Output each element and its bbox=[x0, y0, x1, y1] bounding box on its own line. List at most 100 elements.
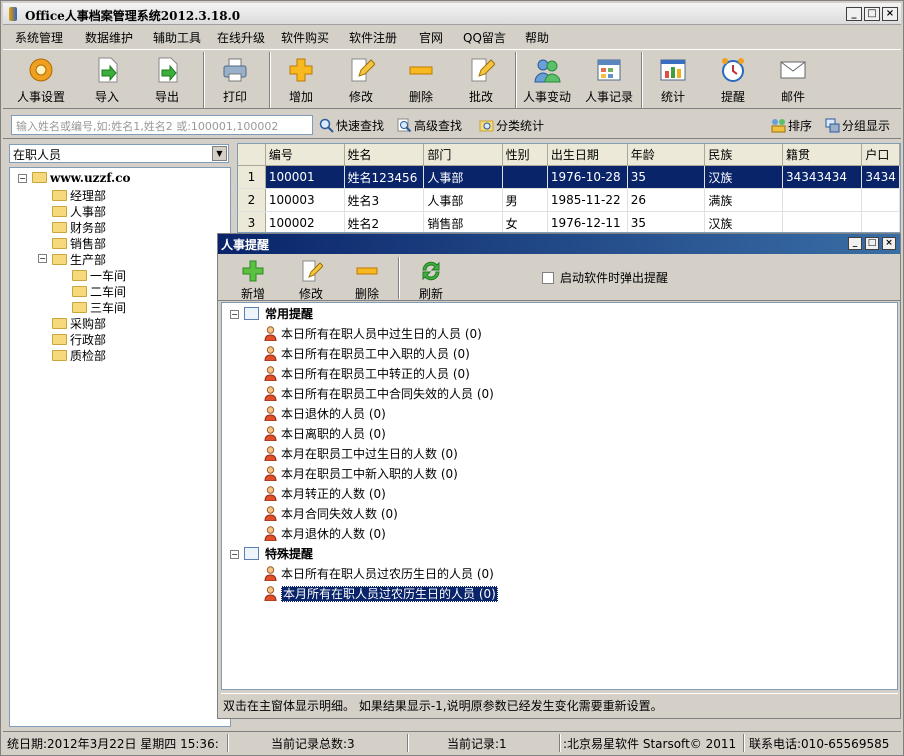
reminder-button[interactable]: 提醒 bbox=[703, 54, 763, 106]
hr-record-button[interactable]: 人事记录 bbox=[579, 54, 639, 106]
column-header[interactable]: 姓名 bbox=[344, 144, 425, 166]
table-row[interactable]: 2 100003 姓名3 人事部 男 1985-11-22 26 满族 bbox=[238, 188, 900, 212]
reminder-add-label: 新增 bbox=[240, 287, 265, 301]
export-button[interactable]: 导出 bbox=[137, 54, 197, 106]
dialog-minimize-button[interactable]: _ bbox=[848, 237, 862, 250]
menu-tools[interactable]: 辅助工具 bbox=[153, 29, 201, 46]
search-input[interactable]: 输入姓名或编号,如:姓名1,姓名2 或:100001,100002 bbox=[11, 115, 313, 135]
reminder-item-label: 本日退休的人员 (0) bbox=[281, 407, 386, 421]
menu-upgrade[interactable]: 在线升级 bbox=[217, 29, 265, 46]
quick-search-button[interactable]: 快速查找 bbox=[319, 117, 384, 135]
dialog-maximize-button[interactable]: □ bbox=[865, 237, 879, 250]
person-icon bbox=[264, 366, 277, 381]
reminder-item[interactable]: 本月退休的人数 (0) bbox=[264, 525, 386, 543]
reminder-item[interactable]: 本日所有在职员工中合同失效的人员 (0) bbox=[264, 385, 494, 403]
menu-help[interactable]: 帮助 bbox=[525, 29, 549, 46]
reminder-group-common[interactable]: 常用提醒 bbox=[244, 305, 313, 323]
table-row[interactable]: 1 100001 姓名123456 人事部 1976-10-28 35 汉族 3… bbox=[238, 165, 900, 189]
close-button[interactable]: × bbox=[882, 7, 898, 21]
reminder-item[interactable]: 本日所有在职员工中转正的人员 (0) bbox=[264, 365, 470, 383]
menu-data[interactable]: 数据维护 bbox=[85, 29, 133, 46]
tree-item-manager[interactable]: 经理部 bbox=[52, 187, 106, 203]
reminder-item[interactable]: 本日所有在职人员中过生日的人员 (0) bbox=[264, 325, 482, 343]
reminder-item[interactable]: 本日所有在职人员过农历生日的人员 (0) bbox=[264, 565, 494, 583]
reminder-add-button[interactable]: 新增 bbox=[226, 257, 280, 301]
chevron-down-icon[interactable]: ▼ bbox=[212, 146, 227, 161]
print-button[interactable]: 打印 bbox=[205, 54, 265, 106]
staff-filter-select[interactable]: 在职人员 ▼ bbox=[9, 144, 229, 163]
popup-on-start-checkbox[interactable]: 启动软件时弹出提醒 bbox=[542, 269, 668, 286]
import-button[interactable]: 导入 bbox=[77, 54, 137, 106]
tree-collapse-toggle[interactable]: − bbox=[18, 174, 27, 183]
reminder-group-special[interactable]: 特殊提醒 bbox=[244, 545, 313, 563]
tree-root[interactable]: www.uzzf.co bbox=[32, 171, 131, 187]
tree-item-sales[interactable]: 销售部 bbox=[52, 235, 106, 251]
tree-collapse-toggle[interactable]: − bbox=[38, 254, 47, 263]
tree-item-production[interactable]: 生产部 bbox=[52, 251, 106, 267]
tree-item-qc[interactable]: 质检部 bbox=[52, 347, 106, 363]
group-display-button[interactable]: 分组显示 bbox=[825, 117, 890, 135]
reminder-item[interactable]: 本日离职的人员 (0) bbox=[264, 425, 386, 443]
reminder-refresh-button[interactable]: 刷新 bbox=[404, 257, 458, 301]
add-button[interactable]: 增加 bbox=[271, 54, 331, 106]
folder-icon bbox=[52, 318, 67, 329]
statistics-button[interactable]: 统计 bbox=[643, 54, 703, 106]
reminder-item[interactable]: 本月合同失效人数 (0) bbox=[264, 505, 398, 523]
reminder-delete-button[interactable]: 删除 bbox=[340, 257, 394, 301]
minimize-button[interactable]: _ bbox=[846, 7, 862, 21]
menu-register[interactable]: 软件注册 bbox=[349, 29, 397, 46]
menu-system[interactable]: 系统管理 bbox=[15, 29, 63, 46]
menu-website[interactable]: 官网 bbox=[419, 29, 443, 46]
table-cell: 女 bbox=[502, 211, 548, 232]
hr-change-button[interactable]: 人事变动 bbox=[517, 54, 577, 106]
classify-stats-button[interactable]: 分类统计 bbox=[479, 117, 544, 135]
reminder-item[interactable]: 本月转正的人数 (0) bbox=[264, 485, 386, 503]
sort-button[interactable]: 排序 bbox=[771, 117, 812, 135]
maximize-button[interactable]: □ bbox=[864, 7, 880, 21]
reminder-item-selected[interactable]: 本月所有在职人员过农历生日的人员 (0) bbox=[264, 585, 498, 603]
mail-button[interactable]: 邮件 bbox=[763, 54, 823, 106]
tree-collapse-toggle[interactable]: − bbox=[230, 550, 239, 559]
reminder-item[interactable]: 本月在职员工中新入职的人数 (0) bbox=[264, 465, 458, 483]
column-header[interactable]: 部门 bbox=[423, 144, 503, 166]
column-header[interactable]: 性别 bbox=[502, 144, 548, 166]
table-cell: 满族 bbox=[704, 188, 783, 212]
menu-buy[interactable]: 软件购买 bbox=[281, 29, 329, 46]
person-icon bbox=[264, 586, 277, 601]
tree-item-purchasing[interactable]: 采购部 bbox=[52, 315, 106, 331]
plus-icon bbox=[242, 260, 264, 282]
menu-qq[interactable]: QQ留言 bbox=[463, 29, 506, 46]
alarm-clock-icon bbox=[722, 58, 744, 82]
reminder-edit-button[interactable]: 修改 bbox=[284, 257, 338, 301]
batch-edit-button[interactable]: 批改 bbox=[451, 54, 511, 106]
tree-item-admin[interactable]: 行政部 bbox=[52, 331, 106, 347]
table-cell: 100003 bbox=[265, 188, 345, 212]
table-row[interactable]: 3 100002 姓名2 销售部 女 1976-12-11 35 汉族 bbox=[238, 211, 900, 232]
tree-item-finance[interactable]: 财务部 bbox=[52, 219, 106, 235]
reminder-refresh-label: 刷新 bbox=[418, 287, 443, 301]
checkbox-box[interactable] bbox=[542, 272, 554, 284]
column-header[interactable]: 出生日期 bbox=[547, 144, 628, 166]
dialog-close-button[interactable]: × bbox=[882, 237, 896, 250]
advanced-search-button[interactable]: 高级查找 bbox=[397, 117, 462, 135]
import-icon bbox=[98, 57, 118, 83]
hr-settings-button[interactable]: 人事设置 bbox=[11, 54, 71, 106]
tree-item-hr[interactable]: 人事部 bbox=[52, 203, 106, 219]
column-header[interactable]: 户口 bbox=[861, 144, 900, 166]
table-cell: 35 bbox=[627, 165, 706, 189]
tree-collapse-toggle[interactable]: − bbox=[230, 310, 239, 319]
reminder-item[interactable]: 本月在职员工中过生日的人数 (0) bbox=[264, 445, 458, 463]
tree-item-workshop3[interactable]: 三车间 bbox=[72, 299, 126, 315]
column-header[interactable]: 编号 bbox=[265, 144, 345, 166]
delete-button[interactable]: 删除 bbox=[391, 54, 451, 106]
column-header[interactable]: 民族 bbox=[704, 144, 783, 166]
column-header[interactable]: 年龄 bbox=[627, 144, 706, 166]
person-icon bbox=[264, 526, 277, 541]
reminder-item[interactable]: 本日所有在职员工中入职的人员 (0) bbox=[264, 345, 470, 363]
edit-button[interactable]: 修改 bbox=[331, 54, 391, 106]
reminder-item[interactable]: 本日退休的人员 (0) bbox=[264, 405, 386, 423]
column-header[interactable]: 籍贯 bbox=[782, 144, 863, 166]
tree-item-workshop1[interactable]: 一车间 bbox=[72, 267, 126, 283]
tree-item-workshop2[interactable]: 二车间 bbox=[72, 283, 126, 299]
folder-open-icon bbox=[32, 172, 47, 183]
